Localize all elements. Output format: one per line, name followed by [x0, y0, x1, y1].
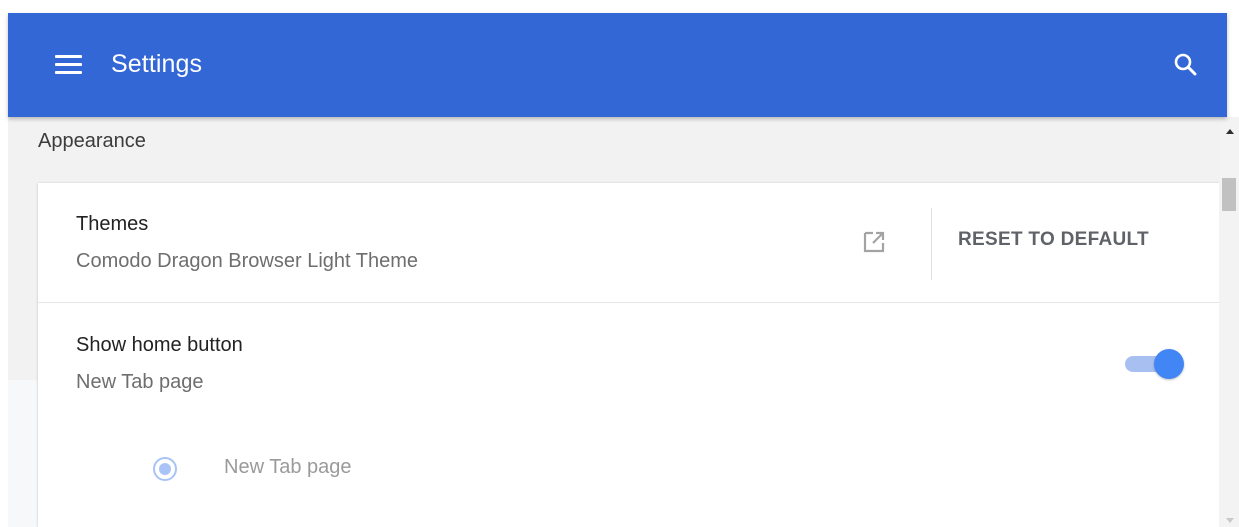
show-home-button-label: Show home button	[76, 334, 243, 356]
themes-value: Comodo Dragon Browser Light Theme	[76, 250, 419, 272]
new-tab-page-radio-label: New Tab page	[224, 456, 352, 478]
vertical-scrollbar[interactable]	[1219, 117, 1239, 527]
row-divider	[38, 302, 1219, 303]
section-title: Appearance	[38, 130, 146, 152]
external-link-icon[interactable]	[861, 229, 887, 255]
home-button-subtitle: New Tab page	[76, 371, 204, 393]
app-header: Settings	[8, 13, 1227, 117]
radio-inner	[159, 463, 171, 475]
search-icon[interactable]	[1172, 51, 1200, 79]
toggle-knob	[1154, 349, 1184, 379]
hamburger-menu-icon[interactable]	[55, 55, 82, 75]
scroll-up-arrow-icon[interactable]	[1226, 129, 1234, 134]
show-home-button-toggle[interactable]	[1125, 349, 1184, 379]
new-tab-page-radio[interactable]	[152, 456, 178, 482]
reset-to-default-button[interactable]: RESET TO DEFAULT	[958, 229, 1149, 251]
scrollbar-thumb[interactable]	[1222, 178, 1236, 211]
vertical-divider	[931, 208, 932, 280]
appearance-card: Themes Comodo Dragon Browser Light Theme…	[38, 183, 1219, 527]
scroll-down-arrow-icon[interactable]	[1226, 518, 1234, 523]
themes-label: Themes	[76, 213, 149, 235]
page-title: Settings	[111, 50, 203, 78]
